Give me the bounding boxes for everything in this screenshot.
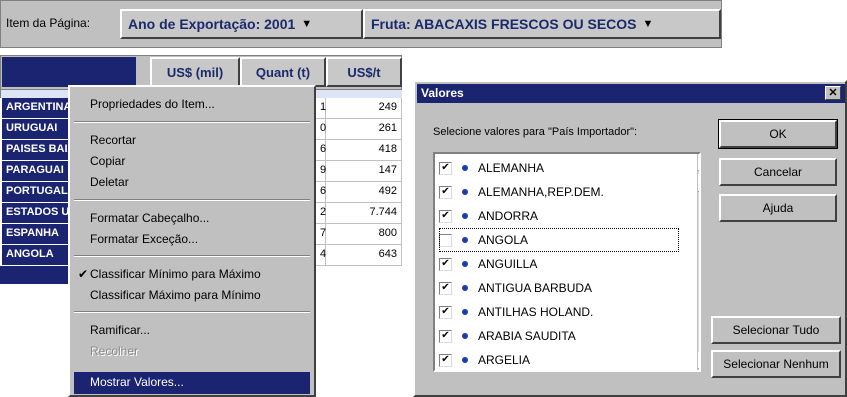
scroll-up-icon[interactable]: ▲ [698,154,699,171]
checkbox-icon[interactable]: ✔ [439,329,452,343]
unit-price-cell[interactable]: 643 [326,245,402,266]
listbox-scrollbar[interactable]: ▲ ▼ [697,154,699,370]
quantity-cell[interactable]: 0 [316,119,326,140]
select-none-button[interactable]: Selecionar Nenhum [711,350,841,378]
checkbox-icon[interactable]: ✔ [439,185,452,199]
list-item[interactable]: ✔ ARABIA SAUDITA [439,324,679,348]
list-item[interactable]: ANGOLA [439,228,679,252]
menu-item-show-values[interactable]: Mostrar Valores... [74,372,310,394]
close-icon[interactable]: ✕ [825,86,841,100]
check-icon: ✔ [78,267,89,281]
fruit-page-field[interactable]: Fruta: ABACAXIS FRESCOS OU SECOS ▼ [363,9,721,39]
values-dialog: Valores ✕ Selecione valores para "País I… [413,80,847,397]
unit-price-cell[interactable]: 492 [326,182,402,203]
cancel-button[interactable]: Cancelar [719,158,837,186]
list-item-label: ARGELIA [478,353,531,367]
list-item[interactable]: ✔ ARGELIA [439,348,679,370]
dialog-title: Valores [417,84,845,103]
menu-item-copy[interactable]: Copiar [90,154,125,174]
list-item[interactable]: ✔ ANDORRA [439,204,679,228]
list-item-label: ANTILHAS HOLAND. [478,305,594,319]
list-item[interactable]: ✔ ANGUILLA [439,252,679,276]
ok-button[interactable]: OK [718,119,838,149]
unit-price-cell[interactable]: 418 [326,140,402,161]
chevron-down-icon: ▼ [642,18,654,30]
column-header-unit-price[interactable]: US$/t [326,57,402,87]
menu-separator [74,255,310,257]
menu-separator [74,311,310,313]
values-listbox[interactable]: ✔ ALEMANHA ✔ ALEMANHA,REP.DEM. ✔ ANDORRA AN… [433,152,701,372]
column-header-quantity[interactable]: Quant (t) [240,57,326,87]
checkbox-icon[interactable] [439,233,452,247]
menu-item-format-header[interactable]: Formatar Cabeçalho... [90,211,209,231]
help-button[interactable]: Ajuda [719,194,837,222]
quantity-cell[interactable]: 9 [316,161,326,182]
list-item-label: ANDORRA [478,209,539,223]
quantity-cell[interactable]: 7 [316,224,326,245]
select-all-button[interactable]: Selecionar Tudo [711,316,841,344]
checkbox-icon[interactable]: ✔ [439,161,452,175]
unit-price-cell[interactable]: 261 [326,119,402,140]
quantity-cell[interactable]: 6 [316,140,326,161]
checkbox-icon[interactable]: ✔ [439,281,452,295]
checkbox-icon[interactable]: ✔ [439,353,452,367]
quantity-cell[interactable]: 2 [316,203,326,224]
context-menu: Propriedades do Item... Recortar Copiar … [68,85,316,397]
quantity-cell[interactable]: 6 [316,182,326,203]
list-item-label: ANTIGUA BARBUDA [478,281,593,295]
list-item-label: ANGOLA [478,233,529,247]
bullet-icon [462,261,468,267]
menu-separator [74,199,310,201]
bullet-icon [462,309,468,315]
bullet-icon [462,213,468,219]
column-header-value[interactable]: US$ (mil) [150,57,240,87]
menu-item-format-exception[interactable]: Formatar Exceção... [90,232,198,252]
list-item[interactable]: ✔ ANTIGUA BARBUDA [439,276,679,300]
list-item-label: ARABIA SAUDITA [478,329,576,343]
menu-item-collapse: Recolher [90,344,139,358]
menu-separator [74,121,310,123]
bullet-icon [462,333,468,339]
bullet-icon [462,189,468,195]
unit-price-cell[interactable]: 800 [326,224,402,245]
checkbox-icon[interactable]: ✔ [439,257,452,271]
bullet-icon [462,165,468,171]
page-item-label: Item da Página: [6,16,91,30]
scroll-down-icon[interactable]: ▼ [698,352,699,369]
unit-price-cell[interactable]: 147 [326,161,402,182]
bullet-icon [462,237,468,243]
menu-item-sort-ascending[interactable]: Classificar Mínimo para Máximo [90,267,261,287]
year-page-field-label: Ano de Exportação: 2001 [128,16,296,32]
menu-item-expand[interactable]: Ramificar... [90,323,150,343]
list-item-label: ALEMANHA,REP.DEM. [478,185,604,199]
row-field-header[interactable] [2,57,136,87]
dialog-prompt: Selecione valores para "País Importador"… [433,126,638,138]
bullet-icon [462,357,468,363]
menu-item-cut[interactable]: Recortar [90,133,136,153]
scroll-thumb[interactable] [698,174,699,192]
menu-item-item-properties[interactable]: Propriedades do Item... [90,97,215,117]
fruit-page-field-label: Fruta: ABACAXIS FRESCOS OU SECOS [371,16,637,32]
list-item-label: ANGUILLA [478,257,538,271]
list-item[interactable]: ✔ ALEMANHA,REP.DEM. [439,180,679,204]
list-item[interactable]: ✔ ALEMANHA [439,156,679,180]
checkbox-icon[interactable]: ✔ [439,305,452,319]
year-page-field[interactable]: Ano de Exportação: 2001 ▼ [120,9,363,39]
quantity-cell[interactable]: 4 [316,245,326,266]
bullet-icon [462,285,468,291]
unit-price-cell[interactable]: 249 [326,98,402,119]
chevron-down-icon: ▼ [301,18,313,30]
checkbox-icon[interactable]: ✔ [439,209,452,223]
unit-price-cell[interactable]: 7.744 [326,203,402,224]
menu-item-sort-descending[interactable]: Classificar Máximo para Mínimo [90,288,261,308]
list-item[interactable]: ✔ ANTILHAS HOLAND. [439,300,679,324]
list-item-label: ALEMANHA [478,161,545,175]
menu-item-delete[interactable]: Deletar [90,175,129,195]
quantity-cell[interactable]: 1 [316,98,326,119]
